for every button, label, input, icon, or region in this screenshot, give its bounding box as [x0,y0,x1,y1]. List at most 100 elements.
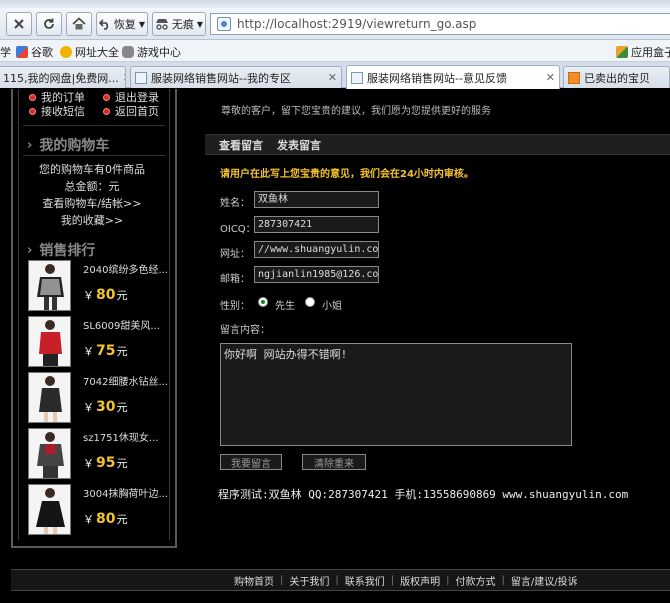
my-favorites-link[interactable]: 我的收藏>> [21,212,163,228]
restore-button[interactable]: 恢复 ▼ [96,12,148,36]
footer-link-feedback[interactable]: 留言/建议/投诉 [511,573,578,588]
tab-netdisk[interactable]: 115,我的网盘|免费网...✕ [0,66,126,88]
url-input[interactable]: //www.shuangyulin.com [254,241,379,258]
cart-count: 您的购物车有0件商品 [39,163,145,176]
page-icon [351,71,363,84]
page-icon [135,71,147,84]
divider [23,155,165,156]
tab-sold-items[interactable]: 已卖出的宝贝 [563,66,670,88]
rank-item[interactable]: 3004抹胸荷叶边... ￥ 80 元 [21,483,169,537]
fav-item-0[interactable]: 学 [0,44,11,60]
rank-item-price: ￥ 75 元 [83,343,128,359]
taobao-icon [568,71,580,84]
close-icon[interactable]: ✕ [119,71,125,84]
rank-item[interactable]: 2040缤纷多色经... ￥ 80 元 [21,259,169,313]
sidebar-inner: 我的订单 退出登录 接收短信 返回首页 › 我的购物车 您的购物车有0件商品 总金… [18,89,170,540]
credit-line: 程序测试:双鱼林 QQ:287307421 手机:13558690869 www… [218,488,629,501]
submit-message-button[interactable]: 我要留言 [220,454,282,470]
chevron-down-icon: ▼ [138,19,146,29]
bullet-icon [103,107,110,115]
menu-home[interactable]: 返回首页 [103,103,159,119]
tab-post-message[interactable]: 发表留言 [277,137,321,153]
footer-link-about[interactable]: 关于我们 [289,573,329,588]
rank-item[interactable]: sz1751休现女... ￥ 95 元 [21,427,169,481]
private-mode-button[interactable]: 无痕 ▼ [152,12,206,36]
restore-label: 恢复 [113,18,136,31]
male-label: 先生 [275,301,295,312]
close-icon[interactable]: ✕ [324,71,337,84]
undo-icon [98,19,109,30]
rank-item-name: 3004抹胸荷叶边... [83,489,168,500]
refresh-icon [44,18,54,29]
home-icon [72,17,86,30]
tab-feedback[interactable]: 服装网络销售网站--意见反馈 ✕ [346,65,560,89]
footer-link-payment[interactable]: 付款方式 [456,573,496,588]
rank-item-name: 7042细腰水钻丝... [83,377,168,388]
incognito-icon [155,19,168,30]
google-icon [16,46,28,58]
female-label: 小姐 [322,301,342,312]
feedback-tabs: 查看留言 发表留言 [205,134,670,155]
rank-item-name: sz1751休现女... [83,433,159,444]
menu-receive-sms[interactable]: 接收短信 [29,103,85,119]
rank-item[interactable]: SL6009甜美风... ￥ 75 元 [21,315,169,369]
tab-bar: 115,我的网盘|免费网...✕ 服装网络销售网站--我的专区✕ 服装网络销售网… [0,62,670,89]
title-bar [0,0,670,8]
footer-link-contact[interactable]: 联系我们 [345,573,385,588]
email-input[interactable]: ngjianlin1985@126.com [254,266,379,283]
product-image [28,260,71,311]
url-label: 网址： [220,249,250,260]
email-label: 邮箱： [220,274,250,285]
page-content: 我的订单 退出登录 接收短信 返回首页 › 我的购物车 您的购物车有0件商品 总金… [0,89,670,603]
refresh-button[interactable] [36,12,62,36]
reset-button[interactable]: 清除重来 [302,454,366,470]
product-image [28,372,71,423]
rank-item-price: ￥ 80 元 [83,287,128,303]
rank-item-price: ￥ 30 元 [83,399,128,415]
sales-rank-heading: › 销售排行 [27,242,96,260]
gamepad-icon [122,46,134,58]
gender-label: 性别： [220,301,250,312]
rank-item-name: SL6009甜美风... [83,321,160,332]
close-page-button[interactable] [6,12,32,36]
star-icon [60,46,72,58]
footer-nav: 购物首页 | 关于我们 | 联系我们 | 版权声明 | 付款方式 | 留言/建议/投诉 [11,569,670,591]
divider [23,125,165,126]
message-label: 留言内容： [220,325,270,336]
tab-view-messages[interactable]: 查看留言 [219,137,263,153]
sidebar: 我的订单 退出登录 接收短信 返回首页 › 我的购物车 您的购物车有0件商品 总金… [11,89,177,548]
fav-item-games[interactable]: 游戏中心 [122,44,181,60]
footer-link-copyright[interactable]: 版权声明 [400,573,440,588]
fav-item-app-box[interactable]: 应用盒子 [616,44,670,60]
fav-item-google[interactable]: 谷歌 [16,44,53,60]
box-icon [616,46,628,58]
page-icon [217,17,231,31]
close-icon[interactable]: ✕ [542,71,555,84]
oicq-input[interactable]: 287307421 [254,216,379,233]
bullet-icon [29,93,36,101]
bullet-icon [29,107,36,115]
oicq-label: OICQ： [220,224,256,235]
product-image [28,484,71,535]
rank-item-price: ￥ 95 元 [83,455,128,471]
product-image [28,316,71,367]
close-icon [14,19,24,29]
cart-total: 总金额：元 [64,180,120,193]
fav-item-directory[interactable]: 网址大全 [60,44,119,60]
male-radio[interactable] [258,297,268,307]
address-bar[interactable]: http://localhost:2919/viewreturn_go.asp [210,13,670,35]
tab-my-zone[interactable]: 服装网络销售网站--我的专区 ✕ [130,66,342,88]
rank-item[interactable]: 7042细腰水钻丝... ￥ 30 元 [21,371,169,425]
name-input[interactable]: 双鱼林 [254,191,379,208]
product-image [28,428,71,479]
female-radio[interactable] [305,297,315,307]
chevron-right-icon: › [27,137,33,153]
favorites-bar: 学 谷歌 网址大全 游戏中心 应用盒子 [0,40,670,62]
rank-item-name: 2040缤纷多色经... [83,265,168,276]
chevron-right-icon: › [27,242,33,258]
message-textarea[interactable]: 你好啊 网站办得不错啊! [220,343,572,446]
view-cart-link[interactable]: 查看购物车/结帐>> [21,195,163,211]
address-text: http://localhost:2919/viewreturn_go.asp [237,17,477,31]
home-button[interactable] [66,12,92,36]
footer-link-home[interactable]: 购物首页 [234,573,274,588]
